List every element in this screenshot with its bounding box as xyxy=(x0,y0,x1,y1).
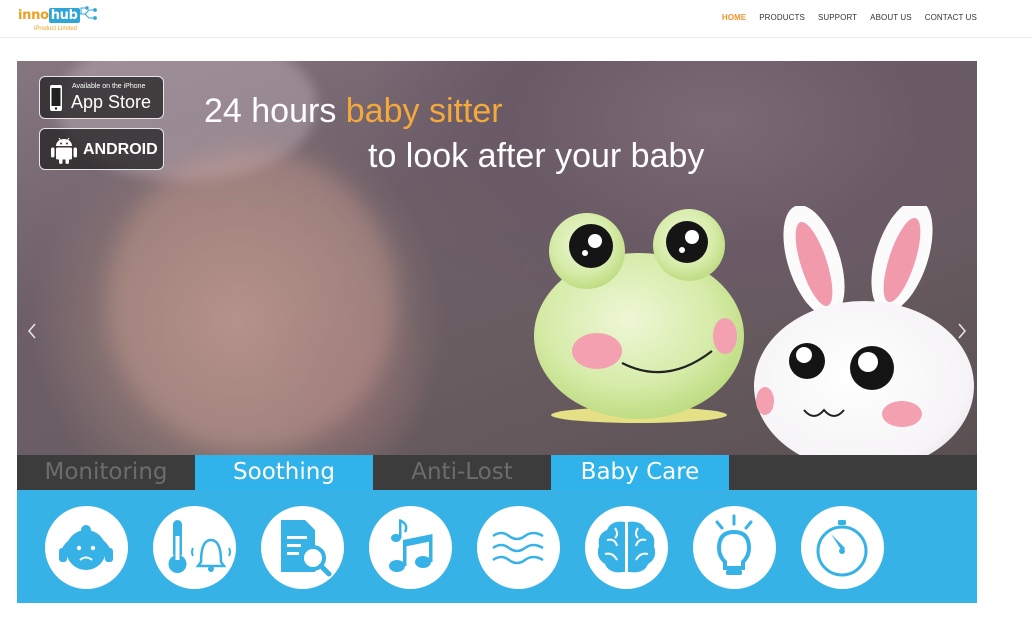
app-store-button[interactable]: Available on the iPhone App Store xyxy=(39,76,164,119)
music-notes-icon xyxy=(389,518,433,572)
feature-tabs: Monitoring Soothing Anti-Lost Baby Care xyxy=(17,455,977,491)
feature-records[interactable] xyxy=(261,506,344,589)
feature-night-light[interactable] xyxy=(693,506,776,589)
feature-smart-learning[interactable] xyxy=(585,506,668,589)
tab-monitoring[interactable]: Monitoring xyxy=(17,455,195,491)
tab-anti-lost[interactable]: Anti-Lost xyxy=(373,455,551,491)
android-button[interactable]: ANDROID xyxy=(39,128,164,170)
app-store-label: App Store xyxy=(71,92,152,112)
feature-timer[interactable] xyxy=(801,506,884,589)
logo-tagline: iProduct Limited xyxy=(34,26,78,32)
nav-products[interactable]: PRODUCTS xyxy=(759,13,805,22)
nav-about-us[interactable]: ABOUT US xyxy=(870,13,912,22)
waves-icon xyxy=(492,531,544,565)
tab-baby-care[interactable]: Baby Care xyxy=(551,455,729,491)
android-label: ANDROID xyxy=(83,141,158,158)
hero-slider: Available on the iPhone App Store ANDROI… xyxy=(17,61,977,461)
brand-logo[interactable]: inno hub iProduct Limited xyxy=(18,4,97,34)
thermometer-bell-icon xyxy=(168,520,231,573)
baby-face-icon xyxy=(59,525,113,570)
bunny-night-light-image xyxy=(754,206,974,461)
nav-contact-us[interactable]: CONTACT US xyxy=(925,13,977,22)
app-store-caption: Available on the iPhone xyxy=(72,83,146,90)
nav-home[interactable]: HOME xyxy=(722,13,746,22)
background-baby-image xyxy=(107,151,397,451)
timer-icon xyxy=(816,520,868,577)
logo-wordmark: inno hub xyxy=(18,8,80,23)
slider-prev-arrow-icon[interactable] xyxy=(27,322,37,340)
feature-lullaby[interactable] xyxy=(369,506,452,589)
site-header: inno hub iProduct Limited HOME PRODUCTS S… xyxy=(0,0,1032,38)
nav-support[interactable]: SUPPORT xyxy=(818,13,857,22)
iphone-icon xyxy=(50,85,62,111)
feature-icon-bar xyxy=(17,490,977,603)
slider-next-arrow-icon[interactable] xyxy=(957,322,967,340)
main-nav: HOME PRODUCTS SUPPORT ABOUT US CONTACT U… xyxy=(722,13,977,22)
feature-baby-monitor[interactable] xyxy=(45,506,128,589)
feature-white-noise[interactable] xyxy=(477,506,560,589)
hero-headline: 24 hours baby sitter xyxy=(204,92,503,130)
light-bulb-icon xyxy=(715,514,753,575)
brain-icon xyxy=(597,521,656,573)
tab-soothing[interactable]: Soothing xyxy=(195,455,373,491)
hero-subheadline: to look after your baby xyxy=(368,137,705,175)
frog-night-light-image xyxy=(534,209,744,423)
android-icon xyxy=(51,137,77,164)
document-search-icon xyxy=(281,520,332,577)
feature-temperature-alert[interactable] xyxy=(153,506,236,589)
circuit-icon xyxy=(77,6,97,20)
